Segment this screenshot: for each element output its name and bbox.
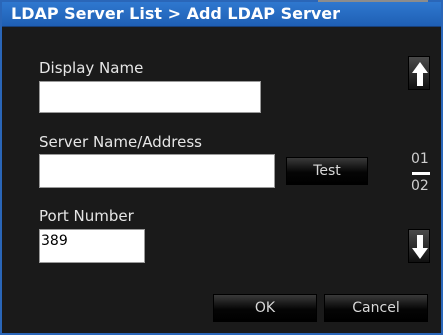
dialog-title: LDAP Server List > Add LDAP Server xyxy=(11,4,341,23)
ok-button[interactable]: OK xyxy=(213,294,317,322)
server-name-label: Server Name/Address xyxy=(39,133,203,151)
down-arrow-icon xyxy=(412,235,428,259)
scroll-down-button[interactable] xyxy=(408,229,430,263)
up-arrow-icon xyxy=(412,62,428,86)
page-separator xyxy=(412,172,430,175)
test-button[interactable]: Test xyxy=(286,157,368,185)
port-number-label: Port Number xyxy=(39,207,134,225)
port-number-field[interactable]: 389 xyxy=(39,229,145,263)
display-name-field[interactable] xyxy=(39,81,261,113)
page-current: 01 xyxy=(411,151,429,167)
scroll-up-button[interactable] xyxy=(408,56,430,90)
title-bar: LDAP Server List > Add LDAP Server xyxy=(2,2,441,27)
server-name-field[interactable] xyxy=(39,154,275,188)
display-name-label: Display Name xyxy=(39,59,144,77)
cancel-button[interactable]: Cancel xyxy=(324,294,428,322)
page-total: 02 xyxy=(411,178,429,194)
dialog-frame: LDAP Server List > Add LDAP Server Displ… xyxy=(0,0,443,335)
